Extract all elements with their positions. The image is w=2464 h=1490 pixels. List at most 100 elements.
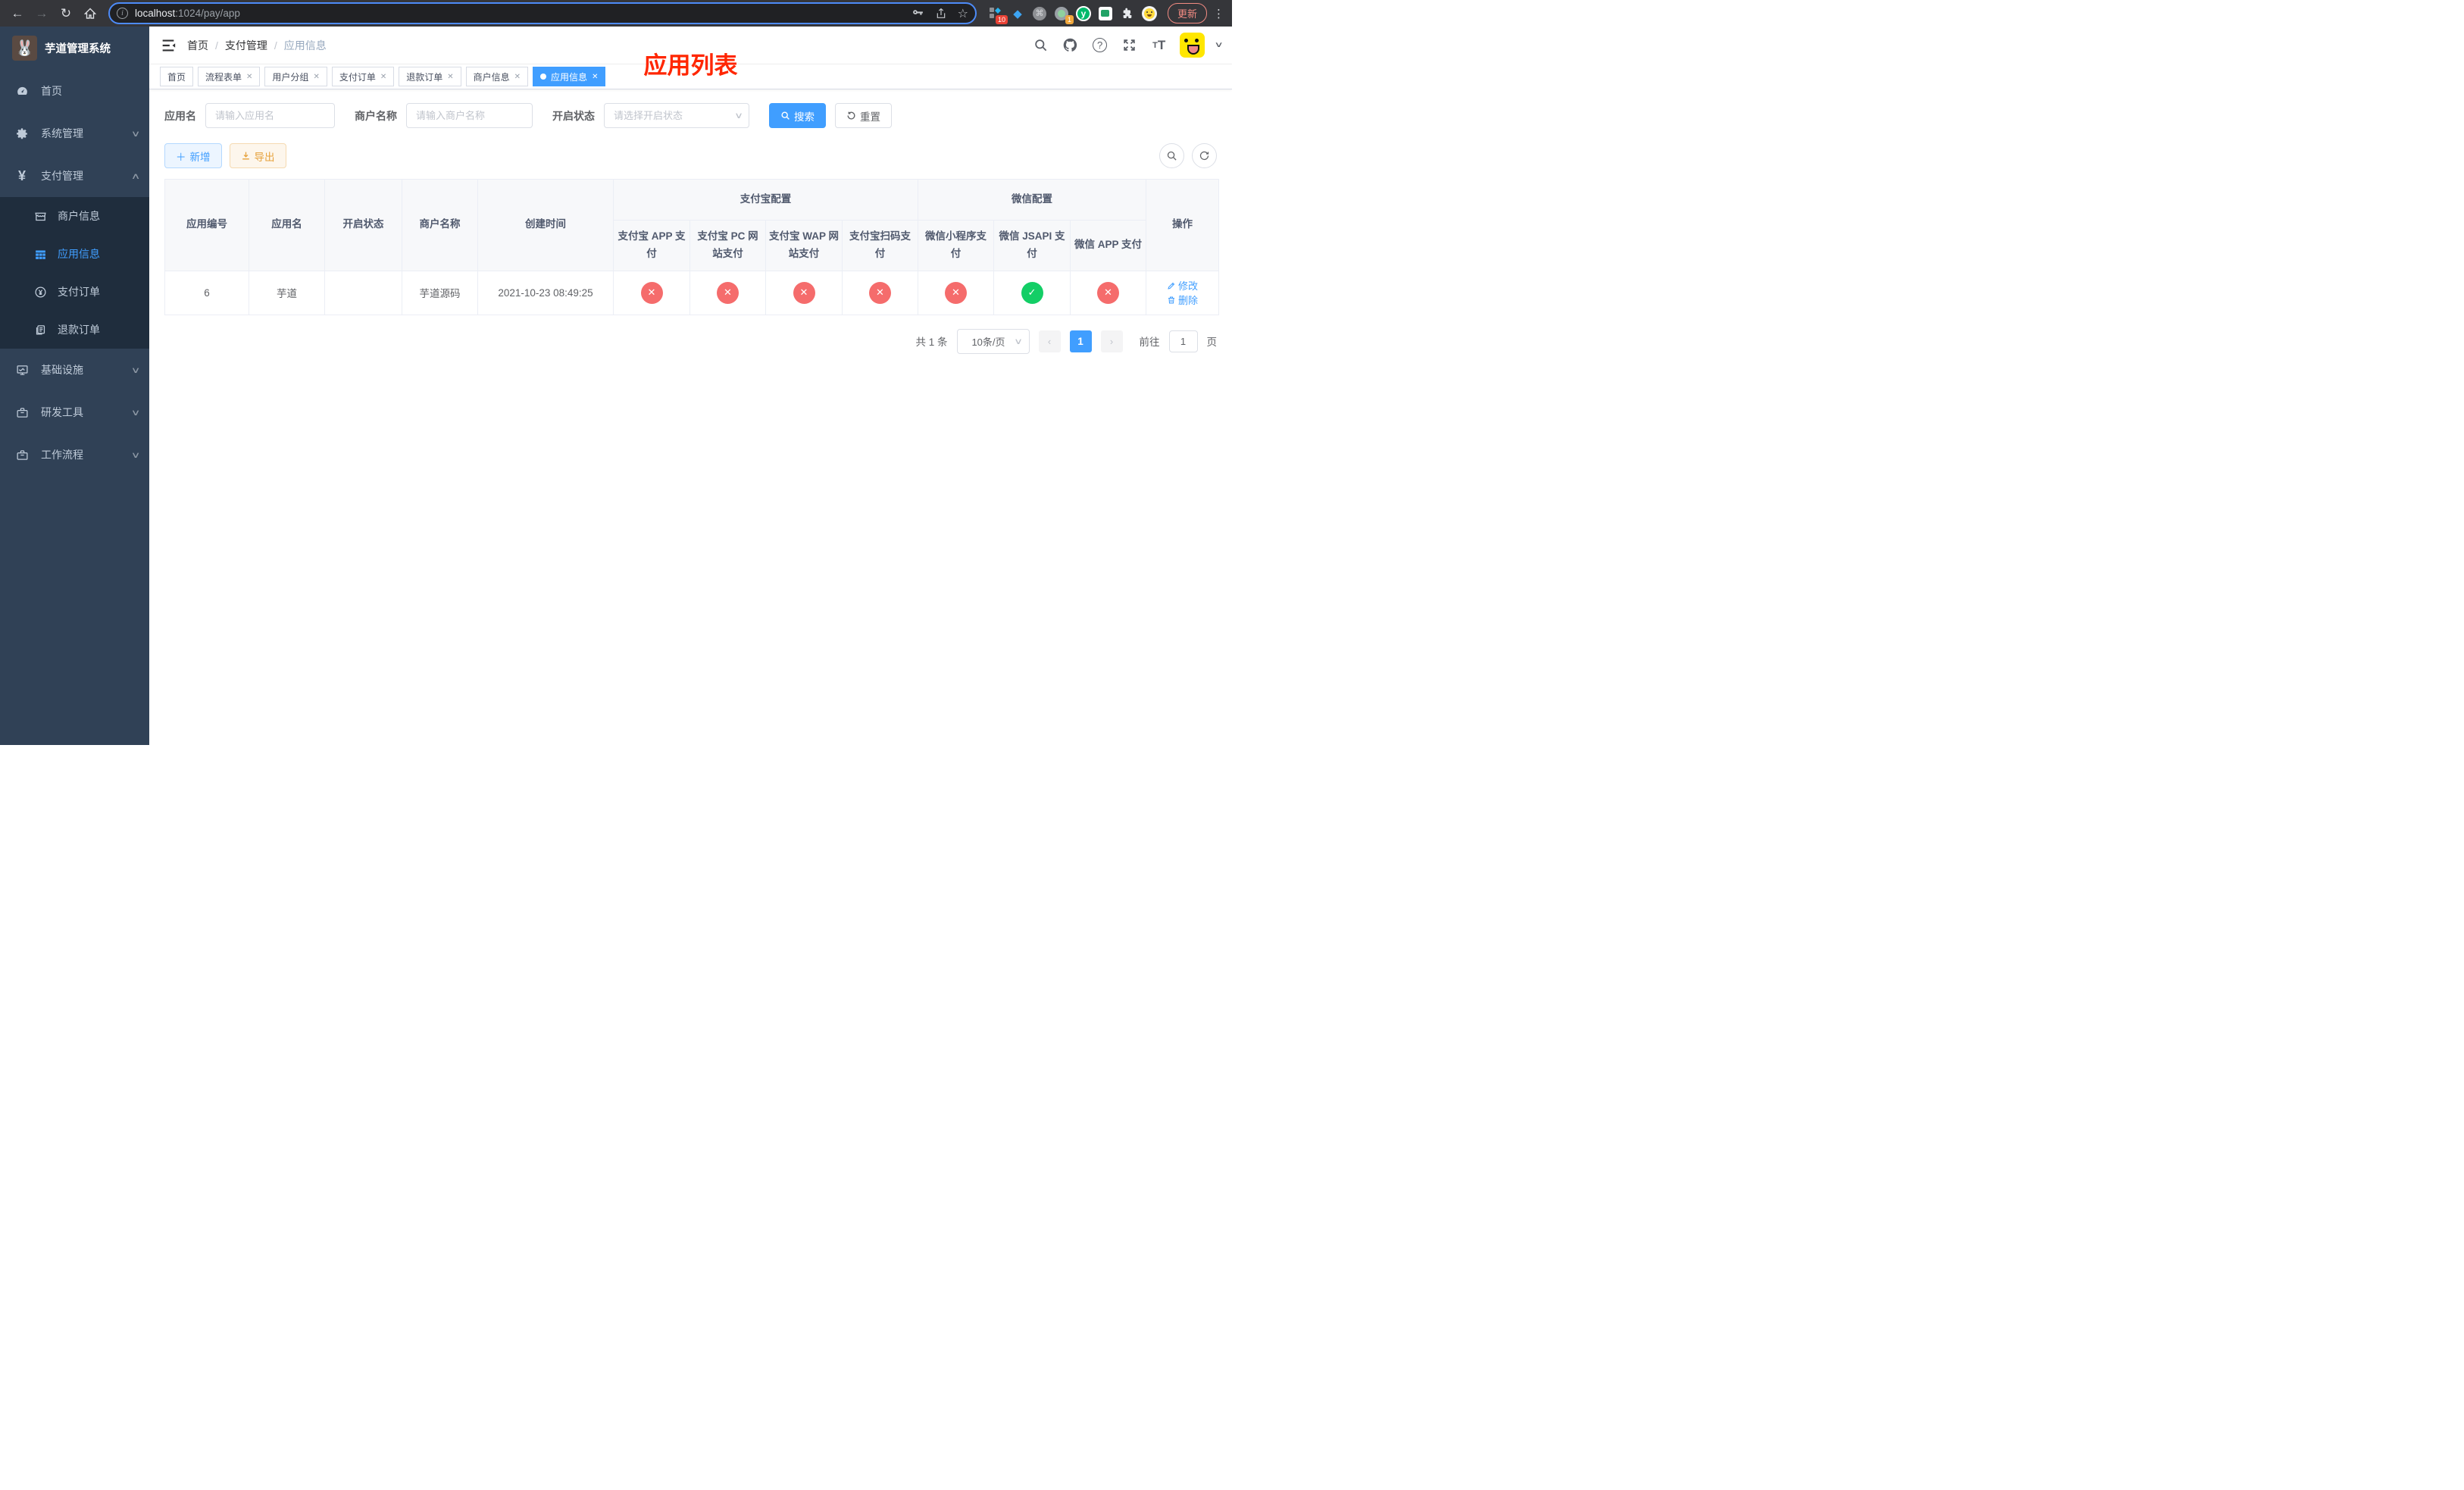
breadcrumb-payment[interactable]: 支付管理 [225,38,267,53]
wx-mini-status-icon[interactable] [945,281,967,304]
browser-menu-icon[interactable]: ⋮ [1213,7,1224,20]
document-icon [33,323,47,337]
chat-extension-icon[interactable] [1098,6,1113,21]
refresh-table-button[interactable] [1192,143,1217,168]
command-extension-icon[interactable]: ⌘ [1032,6,1047,21]
col-wx-mini: 微信小程序支付 [918,220,994,271]
sidebar-item-label: 支付订单 [58,286,100,298]
alipay-qr-status-icon[interactable] [869,281,891,304]
page-size-select[interactable]: ∨ [956,328,1030,354]
prev-page-button[interactable]: ‹ [1038,330,1061,352]
sidebar-item-label: 支付管理 [41,170,83,182]
font-size-icon[interactable]: TT [1150,36,1168,55]
sidebar-item-app-info[interactable]: 应用信息 [0,235,149,273]
sidebar-item-home[interactable]: 首页 [0,70,149,112]
breadcrumb-home[interactable]: 首页 [187,38,208,53]
goto-page-input[interactable] [1168,330,1198,352]
sidebar-item-system[interactable]: 系统管理 ∨ [0,112,149,155]
user-avatar[interactable] [1179,33,1205,58]
alipay-wap-status-icon[interactable] [793,281,815,304]
sidebar-item-merchant-info[interactable]: 商户信息 [0,197,149,235]
reset-button[interactable]: 重置 [835,103,892,128]
back-icon[interactable]: ← [8,4,27,23]
tab-pay-orders[interactable]: 支付订单 ✕ [331,67,395,86]
toggle-search-button[interactable] [1159,143,1184,168]
status-select-input[interactable] [604,103,749,128]
status-select[interactable]: ∨ [604,103,749,128]
tab-user-group[interactable]: 用户分组 ✕ [264,67,327,86]
close-icon[interactable]: ✕ [447,73,453,81]
wx-app-status-icon[interactable] [1097,281,1119,304]
close-icon[interactable]: ✕ [380,73,386,81]
col-wx-app: 微信 APP 支付 [1070,220,1146,271]
sidebar-item-infra[interactable]: 基础设施 ∨ [0,349,149,391]
sidebar-item-workflow[interactable]: 工作流程 ∨ [0,434,149,476]
sidebar-item-label: 首页 [41,85,62,97]
col-alipay-pc: 支付宝 PC 网站支付 [689,220,766,271]
tab-merchant-info[interactable]: 商户信息 ✕ [465,67,529,86]
close-icon[interactable]: ✕ [592,73,598,81]
pagination: 共 1 条 ∨ ‹ 1 › 前往 页 [149,315,1232,354]
sidebar: 🐰 芋道管理系统 首页 系统管理 ∨ ¥ 支付管理 ∧ 商户信息 应用信息 支付… [0,27,149,745]
bookmark-star-icon[interactable]: ☆ [958,6,968,21]
fullscreen-icon[interactable] [1121,36,1139,55]
export-button[interactable]: 导出 [229,143,286,168]
sidebar-item-label: 研发工具 [41,406,83,418]
reload-icon[interactable]: ↻ [56,4,76,23]
collapse-sidebar-icon[interactable] [160,37,177,54]
close-icon[interactable]: ✕ [313,73,319,81]
sidebar-item-pay-orders[interactable]: 支付订单 [0,273,149,311]
share-icon[interactable] [935,8,947,20]
tab-process-form[interactable]: 流程表单 ✕ [198,67,261,86]
briefcase-icon [15,448,29,462]
next-page-button[interactable]: › [1100,330,1123,352]
data-table: 应用编号 应用名 开启状态 商户名称 创建时间 支付宝配置 微信配置 操作 支付… [149,168,1232,315]
gear-icon [15,127,29,140]
grid-extension-icon[interactable]: 10 [988,6,1008,24]
chevron-down-icon: ∨ [130,365,141,375]
address-bar[interactable]: i localhost:1024/pay/app ☆ [108,2,977,24]
yuque-extension-icon[interactable]: y [1075,5,1091,21]
plus-icon: ＋ [176,151,186,163]
app-name-input[interactable] [205,103,335,128]
dashboard-icon [15,84,29,98]
avatar-extension-icon[interactable]: 1 [1054,6,1074,24]
edit-link[interactable]: 修改 [1167,278,1198,293]
close-icon[interactable]: ✕ [246,73,252,81]
app-logo-row[interactable]: 🐰 芋道管理系统 [0,27,149,70]
extension-badge: 10 [995,14,1008,24]
sidebar-item-refund-orders[interactable]: 退款订单 [0,311,149,349]
help-icon[interactable]: ? [1091,36,1109,55]
search-icon[interactable] [1032,36,1050,55]
gem-extension-icon[interactable]: ◆ [1010,6,1025,21]
main-content: 应用列表 首页 / 支付管理 / 应用信息 ? T T ∨ 首页 流程表单 ✕ … [149,27,1232,745]
app-name-label: 应用名 [164,109,196,122]
forward-icon[interactable]: → [32,4,52,23]
page-size-value[interactable] [956,328,1030,354]
home-icon[interactable] [80,4,100,23]
close-icon[interactable]: ✕ [514,73,521,81]
sidebar-item-devtools[interactable]: 研发工具 ∨ [0,391,149,434]
user-menu-caret-icon[interactable]: ∨ [1214,41,1223,49]
github-icon[interactable] [1062,36,1080,55]
password-key-icon[interactable] [911,7,924,20]
tab-home[interactable]: 首页 [160,67,194,86]
alipay-pc-status-icon[interactable] [717,281,739,304]
add-button[interactable]: ＋ 新增 [164,143,222,168]
chrome-update-button[interactable]: 更新 [1167,3,1207,23]
url-text[interactable]: localhost:1024/pay/app [135,8,905,19]
wx-jsapi-status-icon[interactable] [1021,281,1043,304]
tab-app-info[interactable]: 应用信息 ✕ [533,67,606,86]
delete-link[interactable]: 删除 [1167,293,1198,307]
site-info-icon[interactable]: i [117,8,128,19]
extensions-puzzle-icon[interactable] [1120,6,1135,21]
col-group-wechat: 微信配置 [918,179,1146,221]
alipay-app-status-icon[interactable] [640,281,663,304]
tab-refund-orders[interactable]: 退款订单 ✕ [399,67,461,86]
sidebar-item-payment[interactable]: ¥ 支付管理 ∧ [0,155,149,197]
page-1-button[interactable]: 1 [1069,330,1092,352]
cell-created: 2021-10-23 08:49:25 [477,270,614,315]
search-button[interactable]: 搜索 [769,103,826,128]
profile-avatar[interactable] [1141,5,1157,21]
merchant-name-input[interactable] [406,103,533,128]
